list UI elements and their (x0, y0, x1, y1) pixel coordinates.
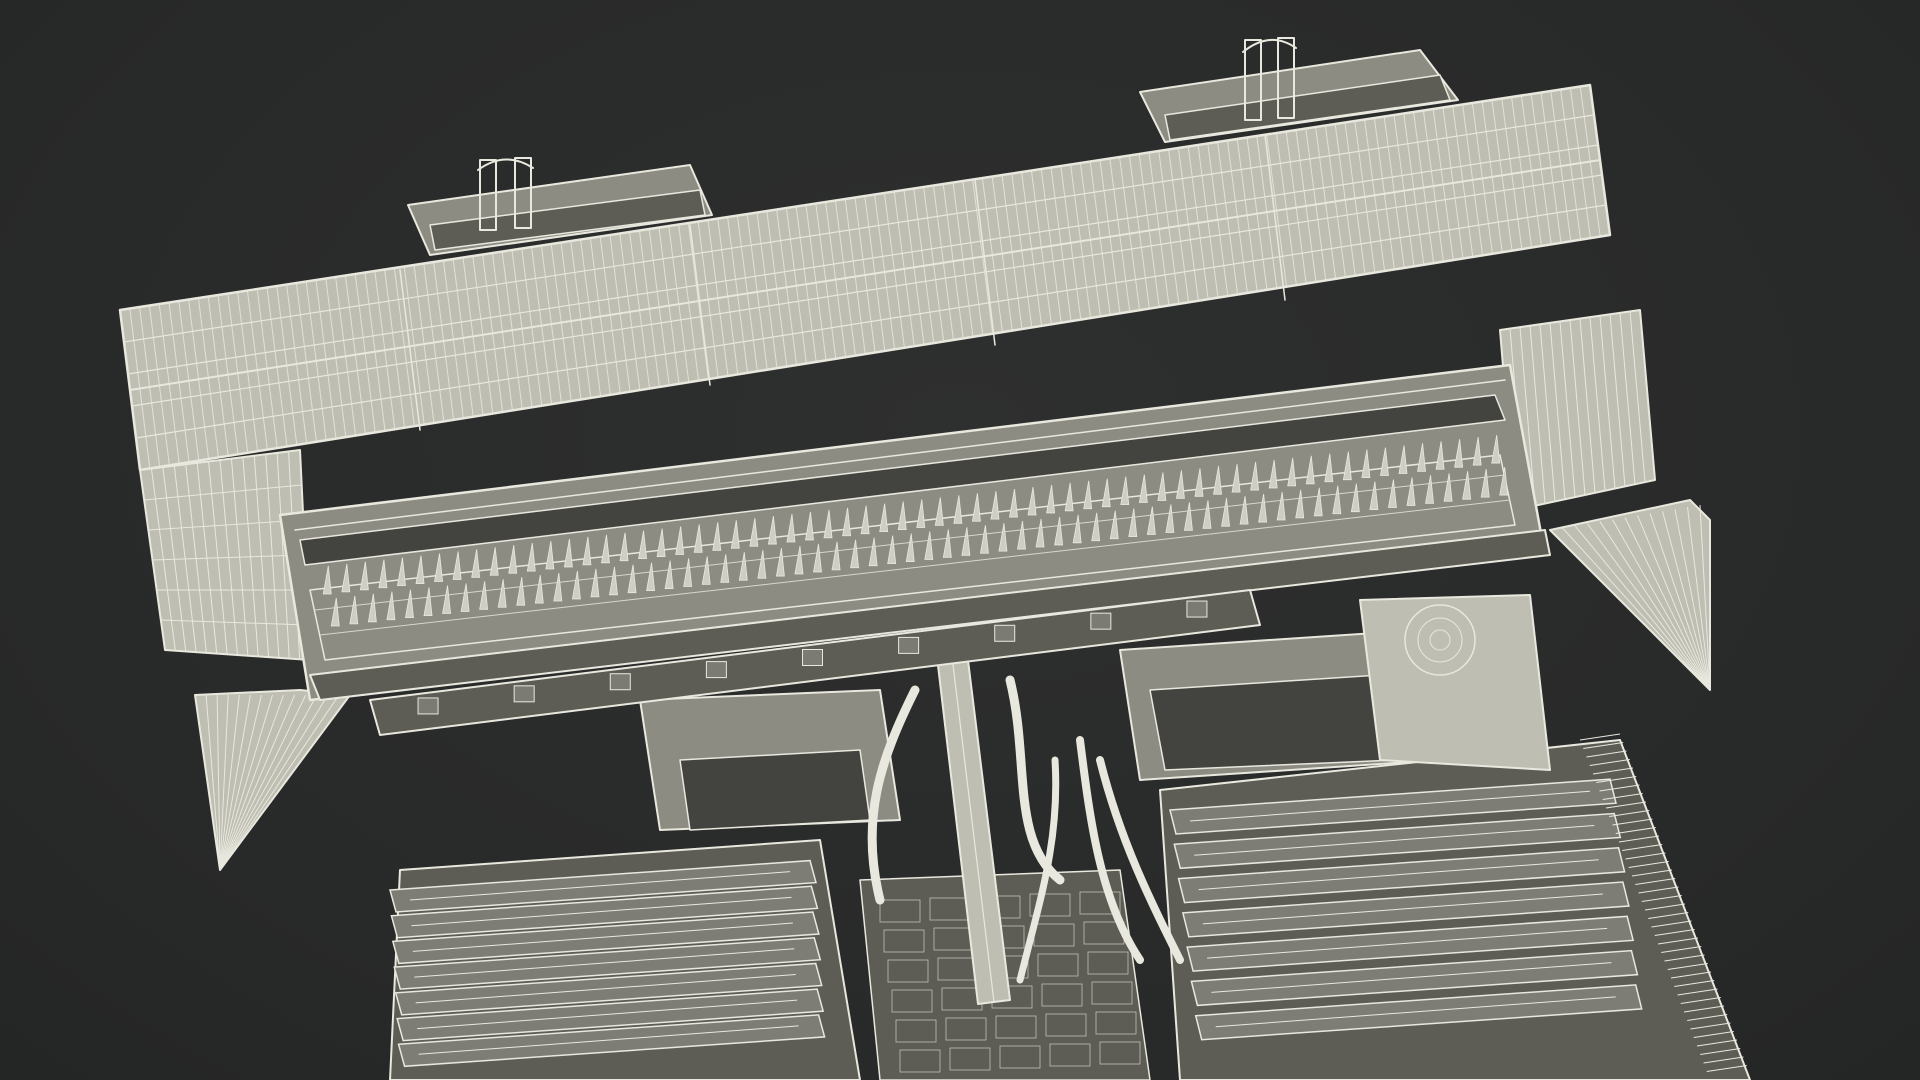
frame-clip (898, 636, 920, 654)
frame-clip (1090, 612, 1112, 630)
frame-clip (417, 697, 439, 715)
crop-divider-left (194, 689, 351, 871)
frame-clip (609, 673, 631, 691)
track-right (1159, 733, 1751, 1080)
frame-clip (705, 661, 727, 679)
track-edge-tread (1579, 733, 1621, 741)
header-side-panel-left (139, 449, 311, 661)
frame-clip (994, 624, 1016, 642)
harvester-wireframe-render (118, 37, 1751, 1080)
frame-clip (513, 685, 535, 703)
frame-clip (802, 649, 823, 666)
track-left (389, 839, 861, 1080)
render-viewport (0, 0, 1920, 1080)
frame-clip (1186, 600, 1208, 618)
crop-divider-right (1549, 499, 1711, 691)
